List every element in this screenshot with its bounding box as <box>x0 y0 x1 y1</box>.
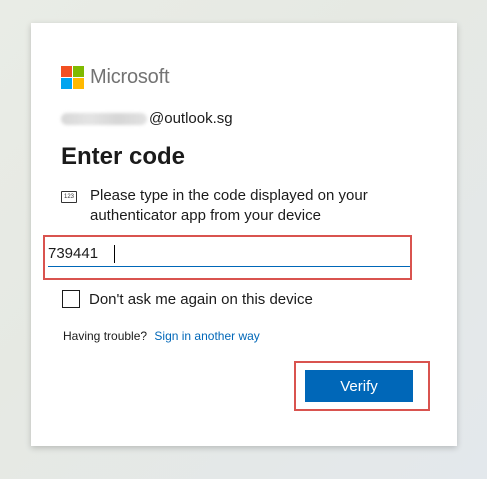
email-suffix: @outlook.sg <box>149 110 233 127</box>
logo-square-yellow <box>73 78 84 89</box>
microsoft-logo-icon <box>61 66 84 89</box>
logo-square-green <box>73 66 84 77</box>
numeric-code-icon: 123 <box>61 191 77 203</box>
remember-device-checkbox[interactable] <box>62 290 80 308</box>
page-title: Enter code <box>61 143 186 170</box>
sign-in-card: Microsoft @outlook.sg Enter code 123 Ple… <box>31 23 457 446</box>
text-caret <box>114 245 115 263</box>
redacted-username <box>61 112 147 125</box>
microsoft-logo: Microsoft <box>61 66 170 89</box>
account-identity: @outlook.sg <box>61 110 233 127</box>
having-trouble-text: Having trouble? <box>63 329 148 343</box>
verify-button[interactable]: Verify <box>305 370 413 402</box>
remember-device-option[interactable]: Don't ask me again on this device <box>62 290 313 308</box>
logo-square-red <box>61 66 72 77</box>
sign-in-another-way-link[interactable]: Sign in another way <box>154 329 259 343</box>
having-trouble-row: Having trouble? Sign in another way <box>63 329 260 343</box>
instruction-text: Please type in the code displayed on you… <box>90 187 368 224</box>
code-instruction: 123 Please type in the code displayed on… <box>61 186 431 226</box>
code-input[interactable] <box>48 240 412 267</box>
brand-name: Microsoft <box>90 66 170 88</box>
remember-device-label: Don't ask me again on this device <box>89 290 313 308</box>
logo-square-blue <box>61 78 72 89</box>
